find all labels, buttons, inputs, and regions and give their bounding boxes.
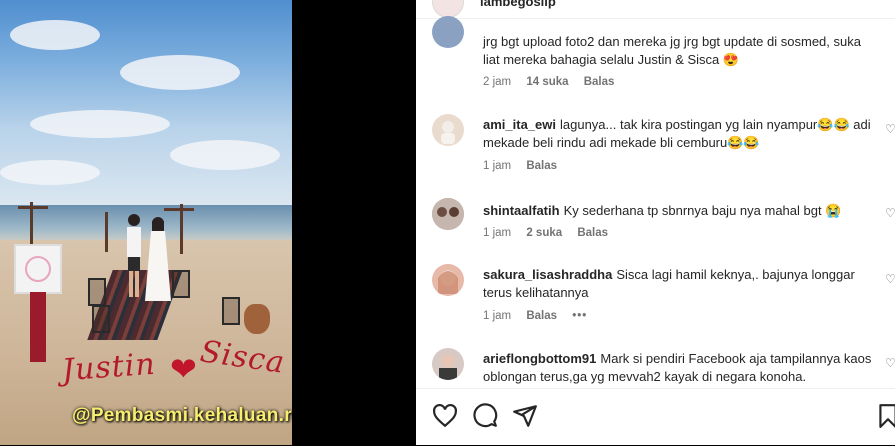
like-comment-icon[interactable]: ♡: [885, 122, 895, 136]
post-media[interactable]: Justin ❤ Sisca @Pembasmi.kehaluan.reall: [0, 0, 292, 445]
comment-body: shintaalfatih Ky sederhana tp sbnrnya baj…: [483, 202, 878, 220]
red-drape: [30, 292, 46, 362]
welcome-board: [14, 244, 62, 294]
reply-button[interactable]: Balas: [526, 310, 557, 322]
comment-time[interactable]: 1 jam: [483, 160, 511, 172]
avatar[interactable]: [432, 114, 464, 146]
petal-heart-icon: ❤: [170, 351, 197, 387]
comment-likes[interactable]: 14 suka: [526, 76, 568, 88]
post-username[interactable]: lambegosiip: [480, 0, 556, 9]
comment-time[interactable]: 1 jam: [483, 227, 511, 239]
avatar[interactable]: [432, 16, 464, 48]
reply-button[interactable]: Balas: [526, 160, 557, 172]
reply-button[interactable]: Balas: [584, 76, 615, 88]
comment-username[interactable]: shintaalfatih: [483, 203, 560, 218]
lantern: [88, 278, 106, 306]
comment-time[interactable]: 1 jam: [483, 310, 511, 322]
share-icon[interactable]: [512, 403, 538, 429]
cloud: [0, 160, 100, 185]
comment-body: arieflongbottom91 Mark si pendiri Faceboo…: [483, 350, 878, 386]
avatar[interactable]: [432, 264, 464, 296]
avatar[interactable]: [432, 198, 464, 230]
media-letterbox: [292, 0, 416, 445]
woman-figure: [145, 217, 171, 301]
watermark: @Pembasmi.kehaluan.reall: [72, 405, 292, 426]
comment-icon[interactable]: [472, 403, 498, 429]
clay-pot: [244, 304, 270, 334]
comment-username[interactable]: sakura_lisashraddha: [483, 267, 612, 282]
comment-meta: 1 jam Balas •••: [483, 310, 599, 322]
comment-meta: 1 jam Balas: [483, 160, 569, 172]
more-options-icon[interactable]: •••: [572, 310, 587, 322]
heart-icon[interactable]: [432, 403, 458, 429]
lantern: [92, 305, 110, 333]
comment-text: Ky sederhana tp sbnrnya baju nya mahal b…: [563, 203, 842, 218]
wooden-pole: [180, 204, 183, 254]
comment-meta: 2 jam 14 suka Balas: [483, 76, 626, 88]
cloud: [170, 140, 280, 170]
bookmark-icon[interactable]: [875, 403, 895, 429]
post-header: lambegosiip: [416, 0, 895, 19]
cloud: [30, 110, 170, 138]
comment-time[interactable]: 2 jam: [483, 76, 511, 88]
wooden-crossbar: [164, 208, 194, 211]
comment-meta: 1 jam 2 suka Balas: [483, 227, 620, 239]
comment-username[interactable]: arieflongbottom91: [483, 351, 596, 366]
reply-button[interactable]: Balas: [577, 227, 608, 239]
like-comment-icon[interactable]: ♡: [885, 356, 895, 370]
wooden-pole: [105, 212, 108, 252]
cloud: [120, 55, 240, 90]
comment-likes[interactable]: 2 suka: [526, 227, 562, 239]
avatar[interactable]: [432, 348, 464, 380]
sand-text-left: Justin: [60, 346, 157, 389]
cloud: [10, 20, 100, 50]
lantern: [222, 297, 240, 325]
comment-username[interactable]: ami_ita_ewi: [483, 117, 556, 132]
like-comment-icon[interactable]: ♡: [885, 206, 895, 220]
comment-body: sakura_lisashraddha Sisca lagi hamil kekn…: [483, 266, 878, 302]
comment-text: jrg bgt upload foto2 dan mereka jg jrg b…: [483, 34, 861, 67]
post-action-bar: [416, 388, 895, 446]
comments-panel: lambegosiip jrg bgt upload foto2 dan mer…: [416, 0, 895, 445]
comment-body: ami_ita_ewi lagunya... tak kira postingan…: [483, 116, 878, 152]
wooden-crossbar: [18, 206, 48, 209]
like-comment-icon[interactable]: ♡: [885, 272, 895, 286]
lantern: [172, 270, 190, 298]
man-figure: [127, 214, 141, 297]
